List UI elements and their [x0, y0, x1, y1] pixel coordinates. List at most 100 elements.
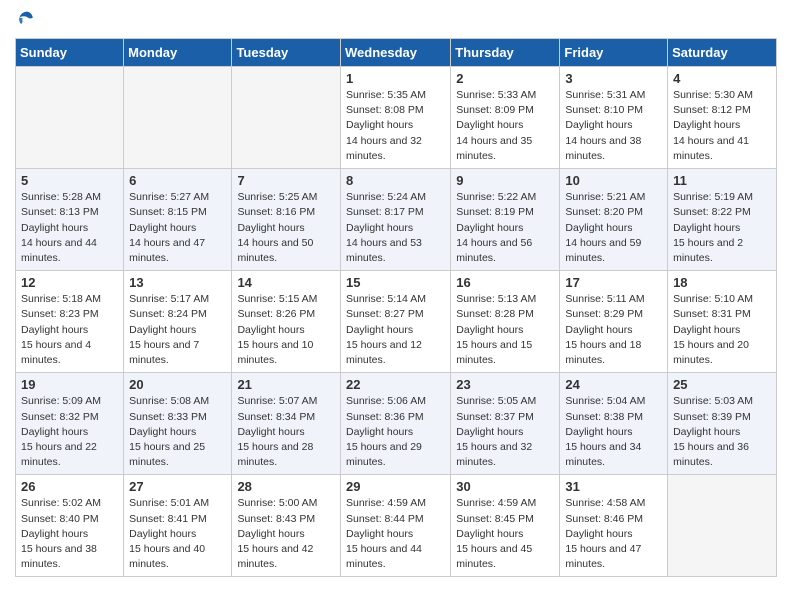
day-number: 24: [565, 377, 662, 392]
day-detail: Sunrise: 5:17 AM Sunset: 8:24 PM Dayligh…: [129, 292, 226, 368]
day-number: 26: [21, 479, 118, 494]
sunset-label: Sunset: 8:20 PM: [565, 206, 643, 218]
sunset-label: Sunset: 8:08 PM: [346, 104, 424, 116]
calendar-cell: 3 Sunrise: 5:31 AM Sunset: 8:10 PM Dayli…: [560, 67, 668, 169]
daylight-value: 15 hours and 15 minutes.: [456, 339, 532, 366]
sunset-label: Sunset: 8:10 PM: [565, 104, 643, 116]
sunrise-label: Sunrise: 5:14 AM: [346, 293, 426, 305]
calendar-cell: 4 Sunrise: 5:30 AM Sunset: 8:12 PM Dayli…: [668, 67, 777, 169]
daylight-label: Daylight hours: [129, 528, 196, 540]
sunrise-label: Sunrise: 5:33 AM: [456, 89, 536, 101]
daylight-label: Daylight hours: [565, 119, 632, 131]
day-number: 27: [129, 479, 226, 494]
day-number: 29: [346, 479, 445, 494]
sunrise-label: Sunrise: 5:09 AM: [21, 395, 101, 407]
day-detail: Sunrise: 5:21 AM Sunset: 8:20 PM Dayligh…: [565, 190, 662, 266]
weekday-header: Tuesday: [232, 39, 341, 67]
day-number: 13: [129, 275, 226, 290]
sunset-label: Sunset: 8:37 PM: [456, 411, 534, 423]
sunrise-label: Sunrise: 5:30 AM: [673, 89, 753, 101]
sunset-label: Sunset: 8:41 PM: [129, 513, 207, 525]
calendar-cell: [232, 67, 341, 169]
day-detail: Sunrise: 5:14 AM Sunset: 8:27 PM Dayligh…: [346, 292, 445, 368]
daylight-label: Daylight hours: [673, 426, 740, 438]
calendar-cell: 23 Sunrise: 5:05 AM Sunset: 8:37 PM Dayl…: [451, 373, 560, 475]
sunset-label: Sunset: 8:43 PM: [237, 513, 315, 525]
daylight-label: Daylight hours: [346, 528, 413, 540]
day-number: 4: [673, 71, 771, 86]
daylight-value: 14 hours and 47 minutes.: [129, 237, 205, 264]
daylight-value: 14 hours and 56 minutes.: [456, 237, 532, 264]
day-number: 8: [346, 173, 445, 188]
daylight-label: Daylight hours: [673, 222, 740, 234]
daylight-value: 15 hours and 38 minutes.: [21, 543, 97, 570]
calendar-cell: 16 Sunrise: 5:13 AM Sunset: 8:28 PM Dayl…: [451, 271, 560, 373]
sunset-label: Sunset: 8:32 PM: [21, 411, 99, 423]
day-number: 15: [346, 275, 445, 290]
daylight-value: 15 hours and 45 minutes.: [456, 543, 532, 570]
daylight-label: Daylight hours: [237, 222, 304, 234]
day-number: 1: [346, 71, 445, 86]
day-number: 7: [237, 173, 335, 188]
daylight-value: 15 hours and 10 minutes.: [237, 339, 313, 366]
weekday-header: Friday: [560, 39, 668, 67]
calendar-cell: 11 Sunrise: 5:19 AM Sunset: 8:22 PM Dayl…: [668, 169, 777, 271]
day-number: 19: [21, 377, 118, 392]
sunset-label: Sunset: 8:17 PM: [346, 206, 424, 218]
day-detail: Sunrise: 5:31 AM Sunset: 8:10 PM Dayligh…: [565, 88, 662, 164]
calendar-cell: 22 Sunrise: 5:06 AM Sunset: 8:36 PM Dayl…: [341, 373, 451, 475]
sunset-label: Sunset: 8:22 PM: [673, 206, 751, 218]
daylight-value: 15 hours and 4 minutes.: [21, 339, 91, 366]
calendar-cell: 21 Sunrise: 5:07 AM Sunset: 8:34 PM Dayl…: [232, 373, 341, 475]
day-detail: Sunrise: 5:09 AM Sunset: 8:32 PM Dayligh…: [21, 394, 118, 470]
day-detail: Sunrise: 5:06 AM Sunset: 8:36 PM Dayligh…: [346, 394, 445, 470]
sunset-label: Sunset: 8:26 PM: [237, 308, 315, 320]
sunset-label: Sunset: 8:44 PM: [346, 513, 424, 525]
daylight-label: Daylight hours: [346, 426, 413, 438]
sunrise-label: Sunrise: 5:01 AM: [129, 497, 209, 509]
sunset-label: Sunset: 8:40 PM: [21, 513, 99, 525]
calendar-cell: 14 Sunrise: 5:15 AM Sunset: 8:26 PM Dayl…: [232, 271, 341, 373]
calendar-cell: 19 Sunrise: 5:09 AM Sunset: 8:32 PM Dayl…: [16, 373, 124, 475]
calendar-week-row: 26 Sunrise: 5:02 AM Sunset: 8:40 PM Dayl…: [16, 475, 777, 577]
calendar-cell: 7 Sunrise: 5:25 AM Sunset: 8:16 PM Dayli…: [232, 169, 341, 271]
sunrise-label: Sunrise: 5:10 AM: [673, 293, 753, 305]
sunrise-label: Sunrise: 4:59 AM: [456, 497, 536, 509]
calendar-cell: [668, 475, 777, 577]
calendar-week-row: 19 Sunrise: 5:09 AM Sunset: 8:32 PM Dayl…: [16, 373, 777, 475]
calendar-cell: 18 Sunrise: 5:10 AM Sunset: 8:31 PM Dayl…: [668, 271, 777, 373]
calendar-cell: 20 Sunrise: 5:08 AM Sunset: 8:33 PM Dayl…: [124, 373, 232, 475]
day-detail: Sunrise: 5:08 AM Sunset: 8:33 PM Dayligh…: [129, 394, 226, 470]
sunset-label: Sunset: 8:38 PM: [565, 411, 643, 423]
logo-icon: [17, 10, 37, 30]
day-number: 9: [456, 173, 554, 188]
calendar-cell: 6 Sunrise: 5:27 AM Sunset: 8:15 PM Dayli…: [124, 169, 232, 271]
sunrise-label: Sunrise: 5:19 AM: [673, 191, 753, 203]
calendar-cell: 25 Sunrise: 5:03 AM Sunset: 8:39 PM Dayl…: [668, 373, 777, 475]
day-detail: Sunrise: 5:13 AM Sunset: 8:28 PM Dayligh…: [456, 292, 554, 368]
calendar-cell: 31 Sunrise: 4:58 AM Sunset: 8:46 PM Dayl…: [560, 475, 668, 577]
day-detail: Sunrise: 4:58 AM Sunset: 8:46 PM Dayligh…: [565, 496, 662, 572]
sunrise-label: Sunrise: 5:02 AM: [21, 497, 101, 509]
day-number: 3: [565, 71, 662, 86]
sunset-label: Sunset: 8:23 PM: [21, 308, 99, 320]
calendar-cell: 15 Sunrise: 5:14 AM Sunset: 8:27 PM Dayl…: [341, 271, 451, 373]
day-detail: Sunrise: 5:18 AM Sunset: 8:23 PM Dayligh…: [21, 292, 118, 368]
daylight-label: Daylight hours: [21, 222, 88, 234]
day-number: 25: [673, 377, 771, 392]
sunrise-label: Sunrise: 4:59 AM: [346, 497, 426, 509]
day-detail: Sunrise: 5:25 AM Sunset: 8:16 PM Dayligh…: [237, 190, 335, 266]
daylight-value: 15 hours and 22 minutes.: [21, 441, 97, 468]
sunrise-label: Sunrise: 5:22 AM: [456, 191, 536, 203]
sunrise-label: Sunrise: 5:13 AM: [456, 293, 536, 305]
daylight-label: Daylight hours: [456, 426, 523, 438]
daylight-value: 15 hours and 42 minutes.: [237, 543, 313, 570]
calendar-cell: 13 Sunrise: 5:17 AM Sunset: 8:24 PM Dayl…: [124, 271, 232, 373]
daylight-value: 14 hours and 44 minutes.: [21, 237, 97, 264]
day-detail: Sunrise: 5:27 AM Sunset: 8:15 PM Dayligh…: [129, 190, 226, 266]
calendar-cell: 2 Sunrise: 5:33 AM Sunset: 8:09 PM Dayli…: [451, 67, 560, 169]
day-number: 2: [456, 71, 554, 86]
calendar-cell: 5 Sunrise: 5:28 AM Sunset: 8:13 PM Dayli…: [16, 169, 124, 271]
calendar-cell: 17 Sunrise: 5:11 AM Sunset: 8:29 PM Dayl…: [560, 271, 668, 373]
day-detail: Sunrise: 5:10 AM Sunset: 8:31 PM Dayligh…: [673, 292, 771, 368]
